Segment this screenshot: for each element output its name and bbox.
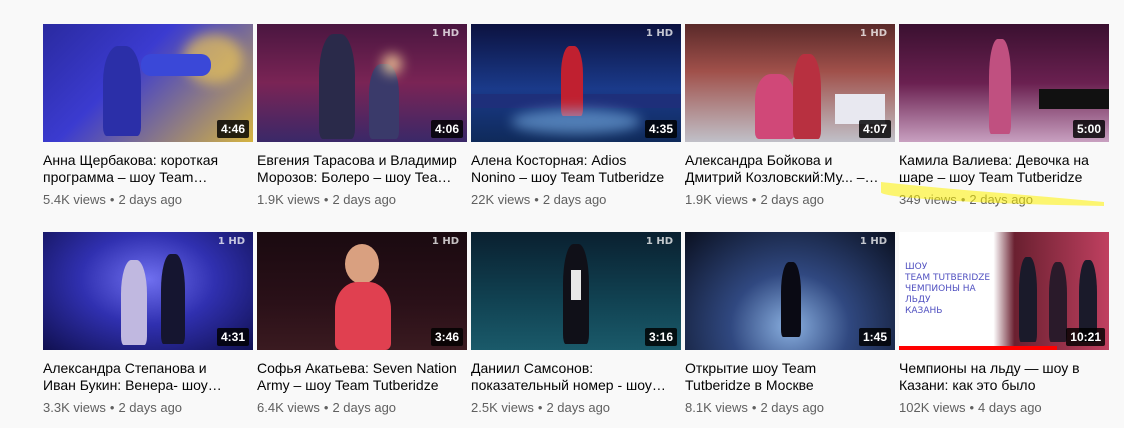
- upload-age: 2 days ago: [332, 192, 397, 207]
- upload-age: 2 days ago: [969, 192, 1033, 207]
- video-thumbnail[interactable]: 1 HD 3:16: [471, 232, 681, 350]
- video-thumbnail[interactable]: 1 HD 4:06: [257, 24, 467, 142]
- video-title[interactable]: Александра Степанова и Иван Букин: Венер…: [43, 360, 243, 394]
- video-duration: 3:46: [430, 328, 463, 346]
- video-meta: 1.9K views • 2 days ago: [685, 192, 825, 207]
- view-count: 102K views: [899, 400, 966, 415]
- video-meta: 8.1K views • 2 days ago: [685, 400, 825, 415]
- video-thumbnail[interactable]: 1 HD 1:45: [685, 232, 895, 350]
- video-duration: 10:21: [1066, 328, 1105, 346]
- channel-one-logo-icon: 1 HD: [431, 236, 459, 247]
- video-meta: 1.9K views • 2 days ago: [257, 192, 397, 207]
- video-card[interactable]: 1 HD 4:31 Александра Степанова и Иван Бу…: [43, 232, 253, 416]
- video-thumbnail[interactable]: 1 HD 4:31: [43, 232, 253, 350]
- video-duration: 4:35: [644, 120, 677, 138]
- video-card[interactable]: 1 HD 3:16 Даниил Самсонов: показательный…: [471, 232, 681, 416]
- video-card[interactable]: 1 HD 4:35 Алена Косторная: Adios Nonino …: [471, 24, 681, 208]
- video-card[interactable]: 1 HD 4:07 Александра Бойкова и Дмитрий К…: [685, 24, 895, 208]
- video-title[interactable]: Открытие шоу Team Tutberidze в Москве: [685, 360, 885, 394]
- video-card[interactable]: 4:46 Анна Щербакова: короткая программа …: [43, 24, 253, 208]
- video-title[interactable]: Евгения Тарасова и Владимир Морозов: Бол…: [257, 152, 457, 186]
- watch-progress-bar: [899, 346, 1057, 350]
- video-duration: 4:07: [858, 120, 891, 138]
- video-duration: 4:46: [216, 120, 249, 138]
- video-title[interactable]: Даниил Самсонов: показательный номер - ш…: [471, 360, 671, 394]
- video-title[interactable]: Софья Акатьева: Seven Nation Army – шоу …: [257, 360, 457, 394]
- video-meta: 2.5K views • 2 days ago: [471, 400, 611, 415]
- view-count: 349 views: [899, 192, 957, 207]
- channel-one-logo-icon: 1 HD: [645, 28, 673, 39]
- view-count: 2.5K views: [471, 400, 534, 415]
- video-duration: 3:16: [644, 328, 677, 346]
- video-title[interactable]: Алена Косторная: Adios Nonino – шоу Team…: [471, 152, 671, 186]
- video-meta: 5.4K views • 2 days ago: [43, 192, 183, 207]
- channel-one-logo-icon: 1 HD: [431, 28, 459, 39]
- channel-one-logo-icon: 1 HD: [859, 28, 887, 39]
- video-card[interactable]: 1 HD 3:46 Софья Акатьева: Seven Nation A…: [257, 232, 467, 416]
- video-thumbnail[interactable]: 5:00: [899, 24, 1109, 142]
- upload-age: 2 days ago: [546, 400, 611, 415]
- upload-age: 2 days ago: [332, 400, 397, 415]
- view-count: 5.4K views: [43, 192, 106, 207]
- video-thumbnail[interactable]: 4:46: [43, 24, 253, 142]
- video-meta: 6.4K views • 2 days ago: [257, 400, 397, 415]
- video-meta: 22K views • 2 days ago: [471, 192, 607, 207]
- video-title[interactable]: Анна Щербакова: короткая программа – шоу…: [43, 152, 243, 186]
- thumbnail-poster-text-icon: ШОУ TEAM TUTBERIDZE ЧЕМПИОНЫ НА ЛЬДУ КАЗАНЬ: [905, 262, 991, 316]
- upload-age: 2 days ago: [118, 400, 183, 415]
- view-count: 1.9K views: [685, 192, 748, 207]
- upload-age: 2 days ago: [760, 192, 825, 207]
- video-meta: 102K views • 4 days ago: [899, 400, 1042, 415]
- video-title[interactable]: Камила Валиева: Девочка на шаре – шоу Te…: [899, 152, 1099, 186]
- video-thumbnail[interactable]: 1 HD 3:46: [257, 232, 467, 350]
- channel-one-logo-icon: 1 HD: [645, 236, 673, 247]
- video-card[interactable]: ШОУ TEAM TUTBERIDZE ЧЕМПИОНЫ НА ЛЬДУ КАЗАНЬ…: [899, 232, 1109, 416]
- upload-age: 2 days ago: [760, 400, 825, 415]
- video-card[interactable]: 1 HD 4:06 Евгения Тарасова и Владимир Мо…: [257, 24, 467, 208]
- video-duration: 4:06: [430, 120, 463, 138]
- view-count: 8.1K views: [685, 400, 748, 415]
- video-meta: 3.3K views • 2 days ago: [43, 400, 183, 415]
- upload-age: 4 days ago: [978, 400, 1042, 415]
- video-card[interactable]: 5:00 Камила Валиева: Девочка на шаре – ш…: [899, 24, 1109, 208]
- video-meta: 349 views • 2 days ago: [899, 192, 1033, 207]
- upload-age: 2 days ago: [118, 192, 183, 207]
- video-title[interactable]: Александра Бойкова и Дмитрий Козловский:…: [685, 152, 885, 186]
- channel-one-logo-icon: 1 HD: [217, 236, 245, 247]
- view-count: 3.3K views: [43, 400, 106, 415]
- video-duration: 4:31: [216, 328, 249, 346]
- video-title[interactable]: Чемпионы на льду — шоу в Казани: как это…: [899, 360, 1099, 394]
- video-duration: 5:00: [1072, 120, 1105, 138]
- view-count: 22K views: [471, 192, 531, 207]
- video-card[interactable]: 1 HD 1:45 Открытие шоу Team Tutberidze в…: [685, 232, 895, 416]
- video-thumbnail[interactable]: ШОУ TEAM TUTBERIDZE ЧЕМПИОНЫ НА ЛЬДУ КАЗАНЬ…: [899, 232, 1109, 350]
- video-thumbnail[interactable]: 1 HD 4:35: [471, 24, 681, 142]
- view-count: 6.4K views: [257, 400, 320, 415]
- upload-age: 2 days ago: [542, 192, 607, 207]
- video-duration: 1:45: [858, 328, 891, 346]
- video-thumbnail[interactable]: 1 HD 4:07: [685, 24, 895, 142]
- channel-one-logo-icon: 1 HD: [859, 236, 887, 247]
- view-count: 1.9K views: [257, 192, 320, 207]
